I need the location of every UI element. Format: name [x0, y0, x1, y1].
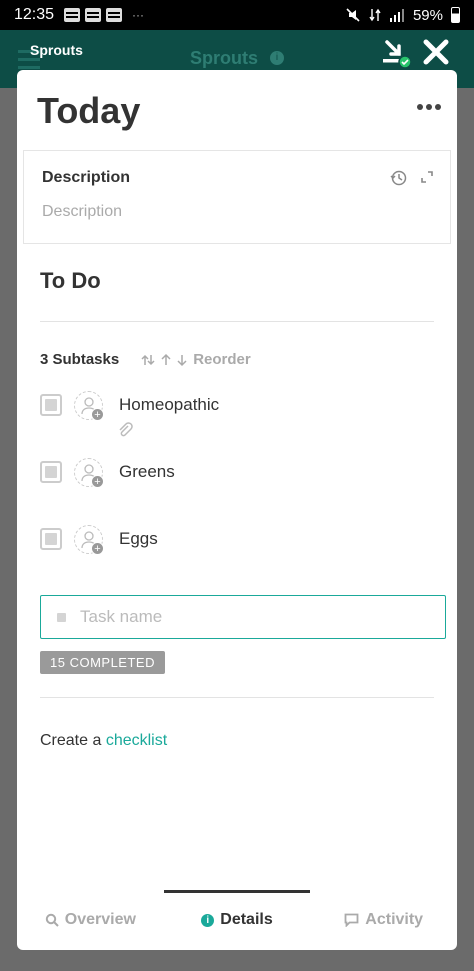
mute-icon: [346, 8, 360, 22]
subtask-item[interactable]: + Homeopathic: [40, 385, 219, 425]
subtasks-header: 3 Subtasks Reorder: [40, 351, 251, 368]
description-field[interactable]: Description: [42, 203, 122, 221]
battery-icon: [451, 7, 460, 23]
reorder-button[interactable]: Reorder: [141, 351, 251, 368]
tab-label: Overview: [64, 911, 136, 928]
checklist-link[interactable]: checklist: [106, 732, 167, 749]
subtask-checkbox[interactable]: [40, 528, 62, 550]
status-right: 59%: [345, 7, 460, 24]
tab-details[interactable]: i Details: [163, 890, 311, 950]
more-options-icon[interactable]: [417, 102, 441, 112]
tab-label: Activity: [365, 911, 424, 928]
subtask-name[interactable]: Greens: [119, 462, 175, 482]
data-icon: [369, 8, 381, 22]
subtask-name[interactable]: Eggs: [119, 529, 158, 549]
comment-icon: [344, 913, 359, 927]
arrow-down-icon: [177, 354, 187, 366]
reorder-label: Reorder: [193, 351, 251, 368]
attachment-icon[interactable]: [117, 422, 133, 438]
tab-overview[interactable]: Overview: [17, 890, 164, 950]
info-icon: i: [201, 913, 215, 927]
subtasks-count: 3 Subtasks: [40, 351, 120, 368]
subtask-name[interactable]: Homeopathic: [119, 395, 219, 415]
task-detail-card: Today Description Description To Do 3 Su…: [17, 70, 457, 950]
app-name: Sprouts: [30, 42, 83, 58]
assign-user-icon[interactable]: +: [74, 524, 104, 555]
arrow-up-icon: [161, 353, 171, 365]
project-title: Sprouts: [190, 48, 259, 68]
section-title[interactable]: To Do: [40, 268, 101, 294]
tab-activity[interactable]: Activity: [310, 890, 457, 950]
status-overflow: ···: [132, 8, 145, 22]
signal-icon: [389, 9, 404, 22]
subtask-item[interactable]: + Greens: [40, 452, 175, 492]
notification-icons: [64, 8, 123, 22]
assign-user-icon[interactable]: +: [74, 457, 104, 488]
history-icon[interactable]: [390, 169, 408, 187]
notification-icon: [85, 8, 102, 22]
download-icon[interactable]: [381, 38, 411, 68]
task-name-input[interactable]: [80, 607, 400, 627]
checklist-prefix: Create a: [40, 732, 102, 749]
notification-icon: [106, 8, 123, 22]
status-time: 12:35: [14, 6, 55, 23]
description-box[interactable]: Description Description: [23, 150, 451, 244]
battery-percent: 59%: [412, 6, 443, 24]
search-icon: [45, 913, 59, 927]
new-task-field[interactable]: [40, 595, 446, 639]
close-icon[interactable]: [420, 36, 452, 68]
info-icon: i: [270, 51, 284, 65]
notification-icon: [64, 8, 81, 22]
assign-user-icon[interactable]: +: [74, 390, 104, 421]
divider: [40, 321, 434, 322]
divider: [40, 697, 434, 698]
task-title[interactable]: Today: [37, 90, 140, 132]
task-bullet-icon: [57, 612, 66, 622]
tab-label: Details: [220, 911, 273, 928]
completed-badge[interactable]: 15 COMPLETED: [40, 651, 165, 674]
subtask-checkbox[interactable]: [40, 394, 62, 416]
tab-bar: Overview i Details Activity: [17, 890, 457, 950]
subtask-item[interactable]: + Eggs: [40, 519, 158, 559]
subtask-checkbox[interactable]: [40, 461, 62, 483]
expand-icon[interactable]: [420, 170, 434, 184]
create-checklist: Create a checklist: [40, 732, 167, 750]
description-label: Description: [42, 169, 131, 186]
sort-icon: [141, 354, 155, 365]
status-bar: 12:35 ··· 59%: [0, 0, 474, 30]
